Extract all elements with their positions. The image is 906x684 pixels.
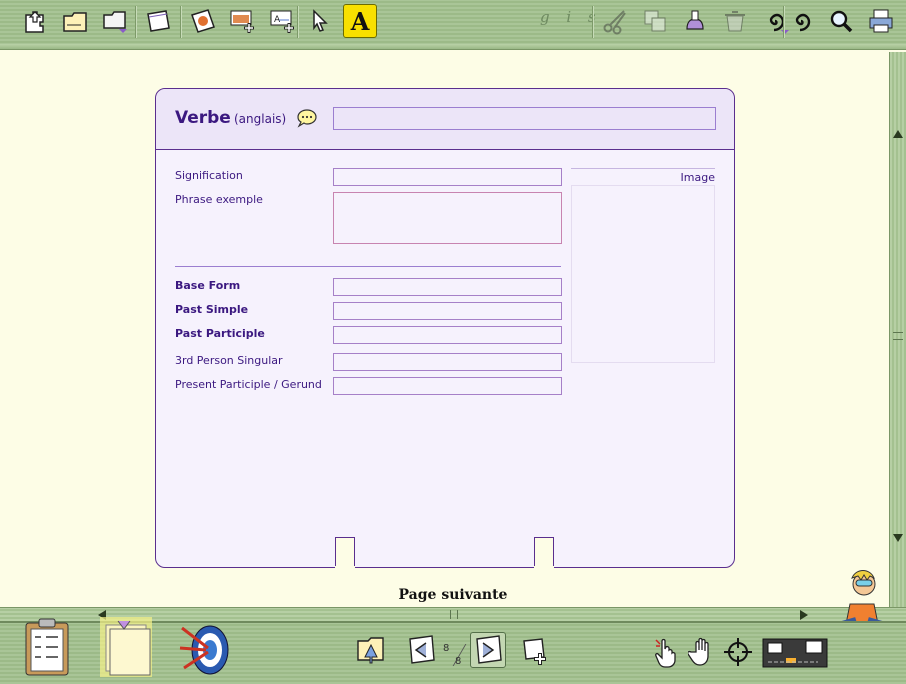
card-title-input[interactable] (333, 107, 716, 130)
picture-card-tool-button[interactable] (186, 4, 220, 38)
vertical-scrollbar[interactable] (889, 52, 906, 608)
trash-tool-button[interactable] (718, 4, 752, 38)
scroll-up-arrow-icon[interactable] (893, 130, 903, 138)
pointer-tool-button[interactable] (303, 4, 337, 38)
add-text-field-tool-button[interactable]: A (266, 4, 300, 38)
card-language: (anglais) (234, 112, 287, 126)
top-toolbar: A A g i s (0, 0, 906, 50)
sticky-notes-icon (100, 617, 152, 677)
target-darts-icon (179, 625, 229, 675)
present-participle-field[interactable] (333, 377, 562, 395)
scroll-right-arrow-icon[interactable] (800, 610, 808, 620)
third-person-singular-field[interactable] (333, 353, 562, 371)
toolbar-separator (592, 6, 594, 38)
picture-card-icon (191, 9, 215, 33)
search-tool-button[interactable] (824, 4, 858, 38)
select-hand-button[interactable] (652, 636, 684, 668)
card-tab-notch (534, 537, 554, 570)
arrow-pointer-icon (313, 9, 328, 32)
verb-card: Verbe (anglais) Signification Phrase exe… (155, 88, 735, 570)
next-page-icon (476, 635, 502, 664)
horizontal-scroll-thumb-grip[interactable] (450, 610, 458, 619)
label-present-participle: Present Participle / Gerund (175, 378, 322, 391)
text-tool-button[interactable]: A (343, 4, 377, 38)
label-base-form: Base Form (175, 279, 241, 292)
previous-page-button[interactable] (404, 633, 438, 667)
sticky-notes-button[interactable] (98, 615, 154, 679)
label-third-person-singular: 3rd Person Singular (175, 354, 283, 367)
copy-tool-button[interactable] (638, 4, 672, 38)
card-tab-notch (335, 537, 355, 570)
past-simple-field[interactable] (333, 302, 562, 320)
folder-menu-icon (103, 11, 127, 33)
card-title: Verbe (175, 108, 231, 128)
speech-bubble-icon[interactable] (296, 108, 318, 128)
toolbar-group-find (784, 4, 898, 40)
folder-icon (63, 12, 87, 32)
folder-arrow-icon (357, 637, 384, 664)
add-text-field-icon: A (270, 10, 294, 33)
signification-field[interactable] (333, 168, 562, 186)
previous-page-icon (409, 635, 435, 664)
spiral-icon (795, 13, 811, 32)
scissors-icon (603, 10, 626, 35)
toolbar-group-clipboard (598, 4, 792, 40)
label-past-simple: Past Simple (175, 303, 249, 316)
clipboard-checklist-icon (25, 618, 69, 676)
image-label: Image (571, 168, 715, 184)
print-tool-button[interactable] (864, 4, 898, 38)
letter-a-icon: A (350, 6, 370, 36)
checklist-button[interactable] (20, 615, 76, 679)
folder-tool-button[interactable] (58, 4, 92, 38)
past-participle-field[interactable] (333, 326, 562, 344)
toolbar-separator (135, 6, 137, 38)
new-card-button[interactable] (520, 635, 552, 667)
toolbar-separator (297, 6, 299, 38)
scissors-tool-button[interactable] (598, 4, 632, 38)
glue-icon (686, 10, 704, 30)
trash-icon (725, 11, 745, 32)
toolbar-group-fields: A (186, 4, 300, 40)
go-home-card-button[interactable] (354, 633, 388, 667)
scroll-down-arrow-icon[interactable] (893, 534, 903, 542)
crosshair-icon (724, 638, 752, 666)
total-page-number: 8 (455, 656, 462, 667)
toolbar-group-edit-mode: A (303, 4, 377, 40)
crosshair-button[interactable] (722, 636, 754, 668)
image-drop-area[interactable] (571, 185, 715, 363)
grab-hand-button[interactable] (688, 636, 720, 668)
blank-card-icon (147, 10, 170, 32)
label-signification: Signification (175, 169, 243, 182)
next-page-link[interactable]: Page suivante (0, 587, 906, 603)
label-phrase-exemple: Phrase exemple (175, 193, 263, 206)
puzzle-arrow-icon (25, 11, 44, 33)
next-page-button[interactable] (470, 632, 506, 668)
section-divider (175, 266, 561, 267)
scroll-thumb-grip[interactable] (893, 332, 903, 340)
card-overview-button[interactable] (762, 638, 828, 668)
add-picture-field-tool-button[interactable] (226, 4, 260, 38)
new-card-plus-icon (523, 638, 546, 665)
add-picture-field-icon (230, 10, 254, 33)
open-hand-icon (688, 637, 709, 666)
hand-pointer-icon (655, 638, 676, 668)
card-tool-button[interactable] (141, 4, 175, 38)
phrase-exemple-field[interactable] (333, 192, 562, 244)
toolbar-group-card (141, 4, 175, 40)
glue-tool-button[interactable] (678, 4, 712, 38)
home-tool-button[interactable] (18, 4, 52, 38)
folder-menu-tool-button[interactable] (98, 4, 132, 38)
base-form-field[interactable] (333, 278, 562, 296)
card-overview-icon (762, 638, 828, 668)
copy-icon (644, 10, 666, 32)
spiral-tool-button[interactable] (784, 4, 818, 38)
page-counter: 8 8 (439, 643, 467, 669)
label-past-participle: Past Participle (175, 327, 265, 340)
card-header: Verbe (anglais) (156, 89, 734, 150)
printer-icon (869, 9, 893, 33)
toolbar-separator (180, 6, 182, 38)
magnifier-icon (830, 10, 853, 33)
toolbar-group-navigation (18, 4, 132, 40)
target-button[interactable] (176, 618, 232, 678)
